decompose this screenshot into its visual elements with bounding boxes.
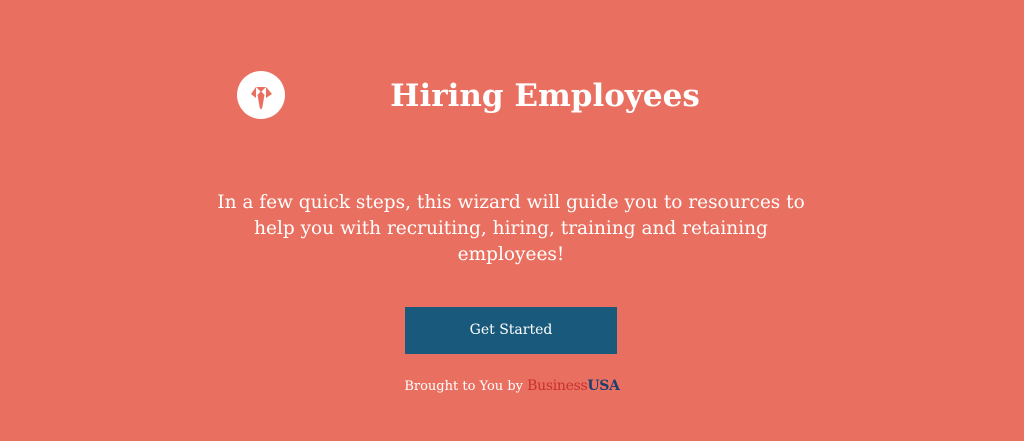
credit-prefix: Brought to You by — [404, 379, 528, 394]
brand-usa-text: USA — [587, 378, 620, 394]
intro-text: In a few quick steps, this wizard will g… — [217, 192, 805, 265]
brand-business-text: Business — [527, 378, 588, 394]
businessusa-logo-link[interactable]: BusinessUSA — [527, 378, 620, 394]
get-started-button[interactable]: Get Started — [405, 307, 617, 354]
credit-line: Brought to You by BusinessUSA — [0, 376, 1024, 397]
page-title: Hiring Employees — [390, 78, 700, 114]
hero-header: Hiring Employees — [0, 0, 1024, 195]
